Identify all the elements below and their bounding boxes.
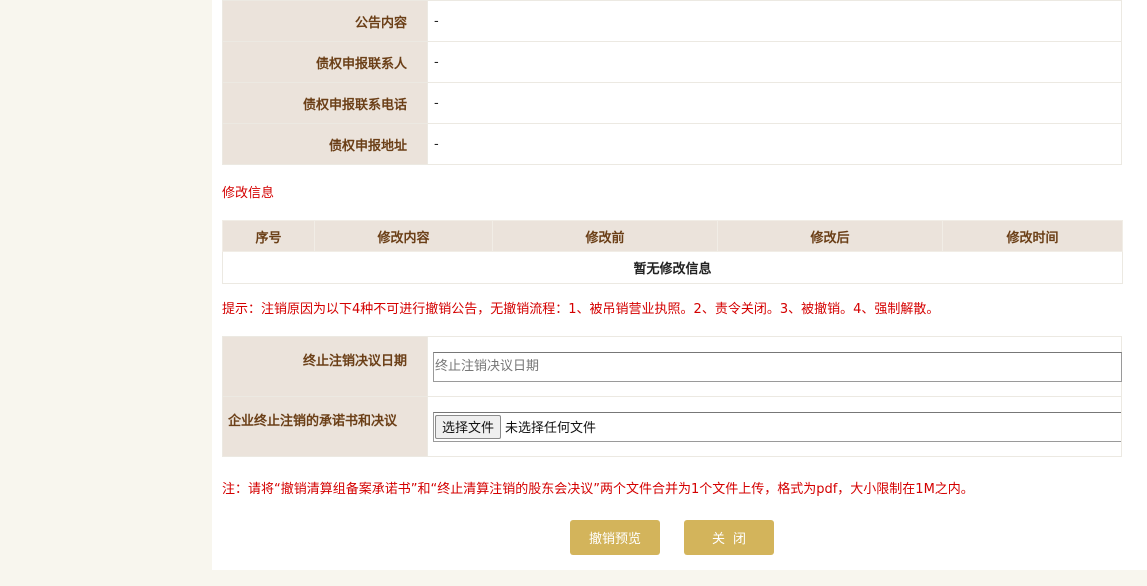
file-label: 企业终止注销的承诺书和决议 (222, 396, 428, 457)
termination-date-input[interactable] (433, 351, 1122, 382)
file-upload-field[interactable]: 选择文件 未选择任何文件 (433, 411, 1122, 442)
info-row-contact: 债权申报联系人 - (222, 41, 1122, 83)
info-row-address: 债权申报地址 - (222, 123, 1122, 165)
upload-note: 注：请将“撤销清算组备案承诺书”和“终止清算注销的股东会决议”两个文件合并为1个… (222, 482, 974, 497)
announcement-info-table: 公告内容 - 债权申报联系人 - 债权申报联系电话 - 债权申报地址 - (222, 0, 1122, 165)
empty-message: 暂无修改信息 (222, 251, 1123, 284)
info-row-content: 公告内容 - (222, 0, 1122, 42)
info-label: 债权申报地址 (222, 123, 428, 165)
info-label: 公告内容 (222, 0, 428, 42)
choose-file-button[interactable]: 选择文件 (435, 414, 502, 439)
column-header-index: 序号 (222, 220, 315, 252)
info-value: - (427, 82, 1122, 124)
info-row-phone: 债权申报联系电话 - (222, 82, 1122, 124)
info-label: 债权申报联系人 (222, 41, 428, 83)
column-header-time: 修改时间 (942, 220, 1123, 252)
cancel-tip: 提示：注销原因为以下4种不可进行撤销公告，无撤销流程：1、被吊销营业执照。2、责… (222, 302, 940, 317)
file-status-text: 未选择任何文件 (505, 421, 597, 436)
modify-section-title: 修改信息 (222, 186, 275, 201)
cancel-form-table: 终止注销决议日期 企业终止注销的承诺书和决议 选择文件 未选择任何文件 (222, 336, 1122, 457)
info-value: - (427, 41, 1122, 83)
close-button[interactable]: 关闭 (684, 520, 774, 555)
table-row: 暂无修改信息 (222, 251, 1123, 284)
column-header-content: 修改内容 (314, 220, 493, 252)
date-label: 终止注销决议日期 (222, 336, 428, 397)
info-value: - (427, 0, 1122, 42)
info-label: 债权申报联系电话 (222, 82, 428, 124)
cancel-preview-button[interactable]: 撤销预览 (570, 520, 660, 555)
form-row-date: 终止注销决议日期 (222, 336, 1122, 397)
info-value: - (427, 123, 1122, 165)
form-row-file: 企业终止注销的承诺书和决议 选择文件 未选择任何文件 (222, 396, 1122, 457)
modify-history-table: 序号 修改内容 修改前 修改后 修改时间 暂无修改信息 (222, 220, 1123, 284)
column-header-before: 修改前 (492, 220, 718, 252)
column-header-after: 修改后 (717, 220, 943, 252)
table-header-row: 序号 修改内容 修改前 修改后 修改时间 (222, 220, 1123, 252)
